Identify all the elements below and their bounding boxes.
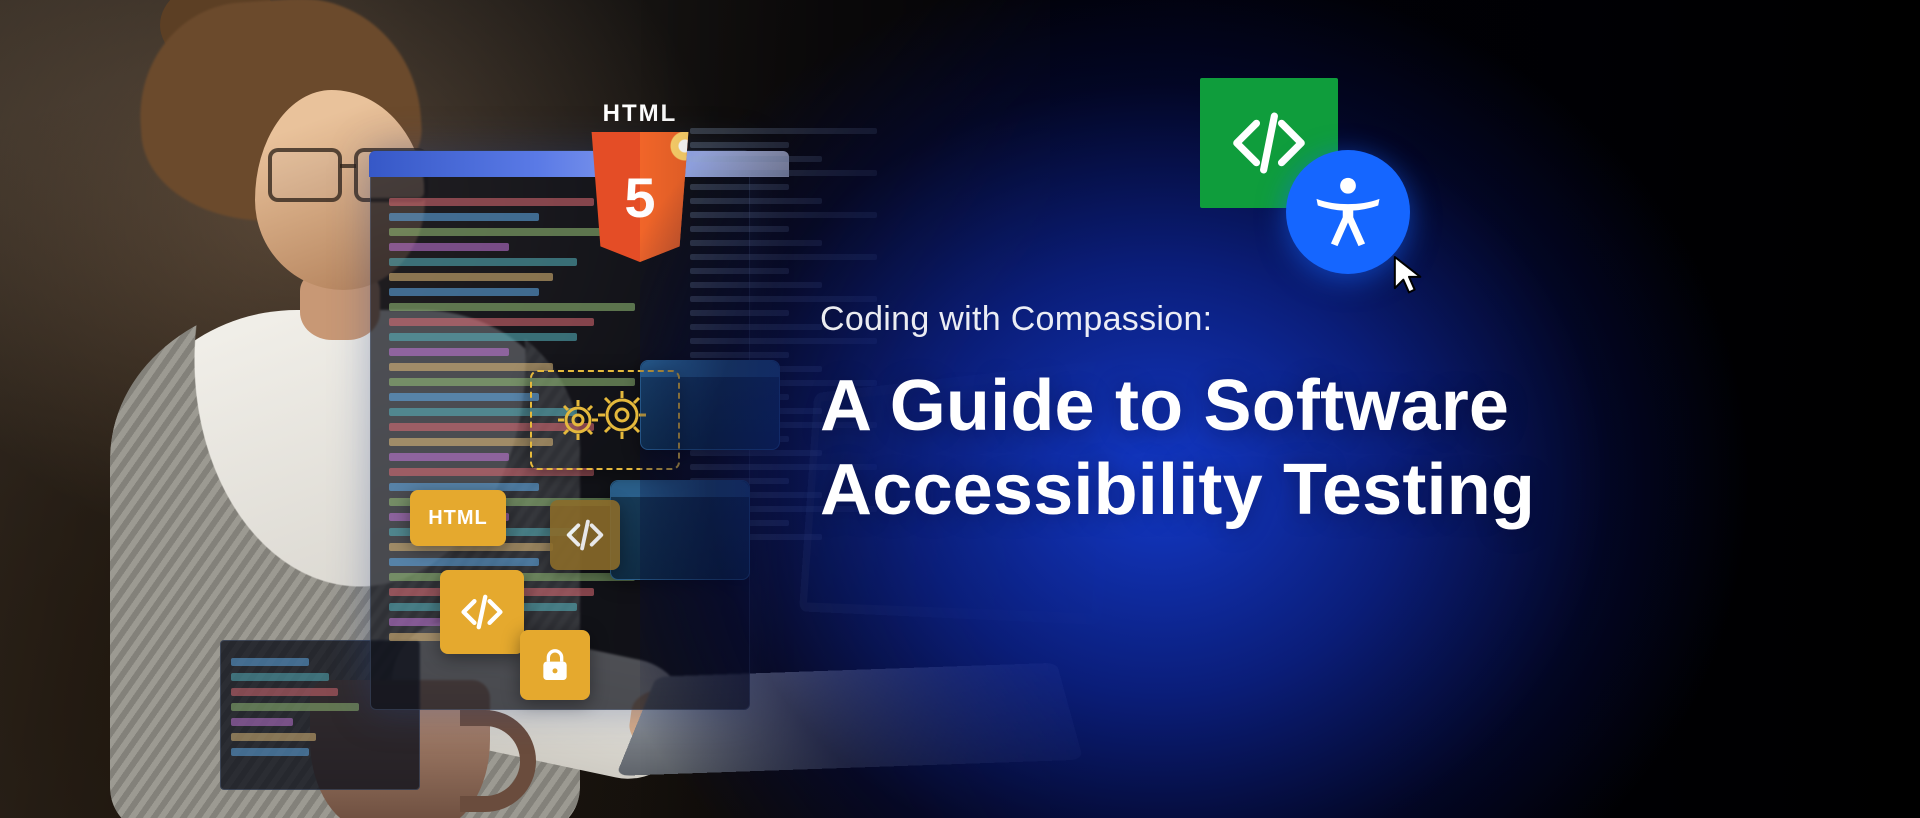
accessibility-person-icon xyxy=(1306,170,1390,254)
hero-copy: Coding with Compassion: A Guide to Softw… xyxy=(820,300,1800,532)
hero-headline: A Guide to Software Accessibility Testin… xyxy=(820,365,1800,532)
badge-group xyxy=(1200,78,1420,288)
hero-text-panel: Coding with Compassion: A Guide to Softw… xyxy=(640,0,1920,818)
hero-kicker: Coding with Compassion: xyxy=(820,300,1800,339)
hero-banner: HTML HTML 5 xyxy=(0,0,1920,818)
mouse-cursor-icon xyxy=(1392,254,1426,294)
hero-headline-line2: Accessibility Testing xyxy=(820,450,1535,530)
hero-headline-line1: A Guide to Software xyxy=(820,366,1509,446)
